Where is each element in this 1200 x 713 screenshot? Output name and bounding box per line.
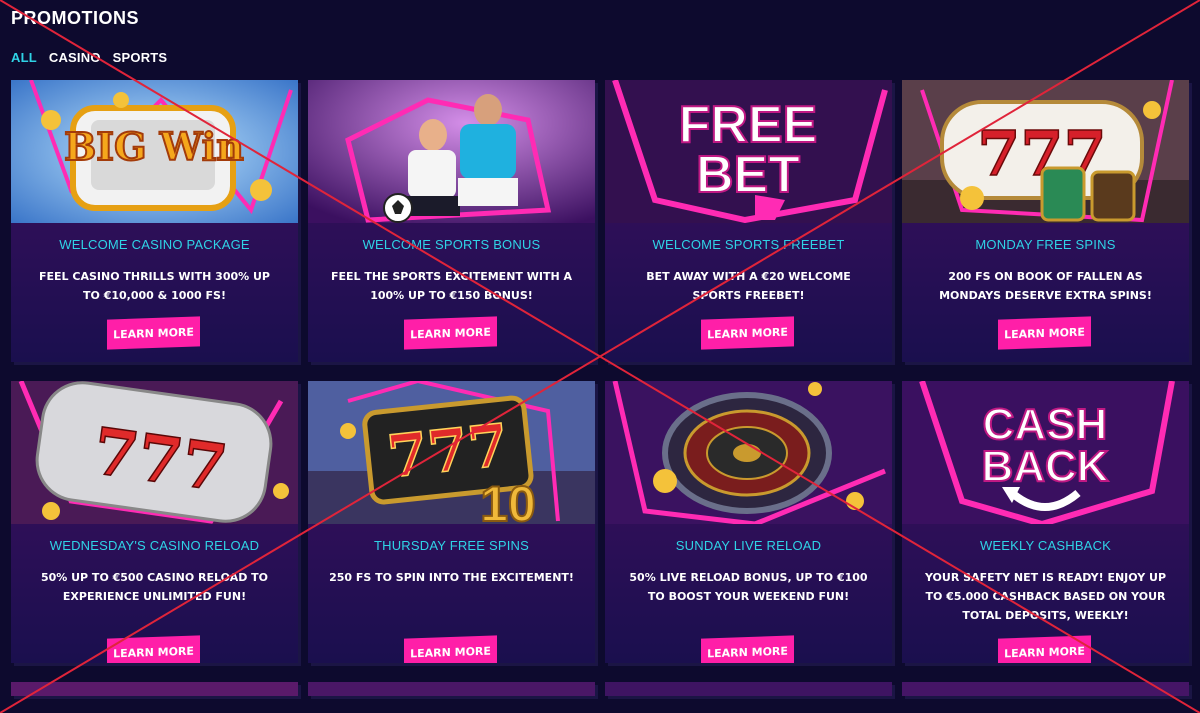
- promo-card-partial: [308, 682, 595, 696]
- football-players-image: [308, 80, 595, 223]
- promo-card-sunday-live-reload: SUNDAY LIVE RELOAD 50% LIVE RELOAD BONUS…: [605, 381, 892, 663]
- 777-coins-slot-image: 777 10: [308, 381, 595, 524]
- promo-card-partial: [605, 682, 892, 696]
- free-bet-image: FREE BET: [605, 80, 892, 223]
- 777-silver-slot-image: 777: [11, 381, 298, 524]
- learn-more-button[interactable]: LEARN MORE: [701, 635, 794, 663]
- promo-title: WEEKLY CASHBACK: [979, 538, 1112, 553]
- promo-title: WELCOME SPORTS FREEBET: [652, 237, 845, 252]
- big-win-slot-image: BIG Win: [11, 80, 298, 223]
- promo-description: 250 FS TO SPIN INTO THE EXCITEMENT!: [329, 571, 574, 584]
- learn-more-button[interactable]: LEARN MORE: [107, 316, 200, 350]
- promo-card-weekly-cashback: CASH BACK WEEKLY CASHBACK YOUR SAFETY NE…: [902, 381, 1189, 663]
- promo-description: BET AWAY WITH A €20 WELCOME SPORTS FREEB…: [646, 270, 851, 302]
- promo-description: 200 FS ON BOOK OF FALLEN AS MONDAYS DESE…: [939, 270, 1152, 302]
- filter-casino[interactable]: CASINO: [49, 50, 101, 65]
- promo-title: THURSDAY FREE SPINS: [373, 538, 529, 553]
- promo-card-monday-free-spins: 777 MONDAY FREE SPINS 200 FS ON BOOK OF …: [902, 80, 1189, 362]
- promo-title: SUNDAY LIVE RELOAD: [675, 538, 822, 553]
- learn-more-button[interactable]: LEARN MORE: [701, 316, 794, 350]
- learn-more-button[interactable]: LEARN MORE: [107, 635, 200, 663]
- promo-title: WEDNESDAY'S CASINO RELOAD: [49, 538, 260, 553]
- 777-pharaoh-slot-image: 777: [902, 80, 1189, 223]
- promo-title: MONDAY FREE SPINS: [975, 237, 1116, 252]
- learn-more-button[interactable]: LEARN MORE: [404, 316, 497, 350]
- promo-card-wednesday-reload: 777 WEDNESDAY'S CASINO RELOAD 50% UP TO …: [11, 381, 298, 663]
- filter-sports[interactable]: SPORTS: [113, 50, 168, 65]
- svg-text:10: 10: [480, 476, 536, 524]
- promo-title: WELCOME SPORTS BONUS: [362, 237, 541, 252]
- promo-title: WELCOME CASINO PACKAGE: [59, 237, 250, 252]
- learn-more-button[interactable]: LEARN MORE: [998, 316, 1091, 350]
- promo-description: FEEL CASINO THRILLS WITH 300% UP TO €10,…: [39, 270, 270, 302]
- promo-card-welcome-casino: BIG Win WELCOME CASINO PACKAGE FEEL CASI…: [11, 80, 298, 362]
- promo-description: 50% UP TO €500 CASINO RELOAD TO EXPERIEN…: [40, 571, 269, 603]
- promo-card-thursday-free-spins: 777 10 THURSDAY FREE SPINS 250 FS TO SPI…: [308, 381, 595, 663]
- promo-card-welcome-sports: WELCOME SPORTS BONUS FEEL THE SPORTS EXC…: [308, 80, 595, 362]
- page-title: PROMOTIONS: [11, 8, 140, 28]
- learn-more-button[interactable]: LEARN MORE: [404, 635, 497, 663]
- svg-text:BET: BET: [696, 146, 800, 204]
- promotion-filters: ALL CASINO SPORTS: [11, 50, 167, 65]
- roulette-wheel-image: [605, 381, 892, 524]
- promo-description: YOUR SAFETY NET IS READY! ENJOY UP TO €5…: [924, 571, 1167, 622]
- promotions-grid: BIG Win WELCOME CASINO PACKAGE FEEL CASI…: [11, 80, 1189, 696]
- promo-description: FEEL THE SPORTS EXCITEMENT WITH A 100% U…: [330, 270, 573, 302]
- learn-more-button[interactable]: LEARN MORE: [998, 635, 1091, 663]
- filter-all[interactable]: ALL: [11, 50, 37, 65]
- promo-card-sports-freebet: FREE BET WELCOME SPORTS FREEBET BET AWAY…: [605, 80, 892, 362]
- promo-card-partial: [902, 682, 1189, 696]
- promo-card-partial: [11, 682, 298, 696]
- cash-back-image: CASH BACK: [902, 381, 1189, 524]
- svg-text:BIG Win: BIG Win: [64, 124, 244, 169]
- svg-text:BACK: BACK: [981, 442, 1108, 491]
- promo-description: 50% LIVE RELOAD BONUS, UP TO €100 TO BOO…: [629, 571, 868, 603]
